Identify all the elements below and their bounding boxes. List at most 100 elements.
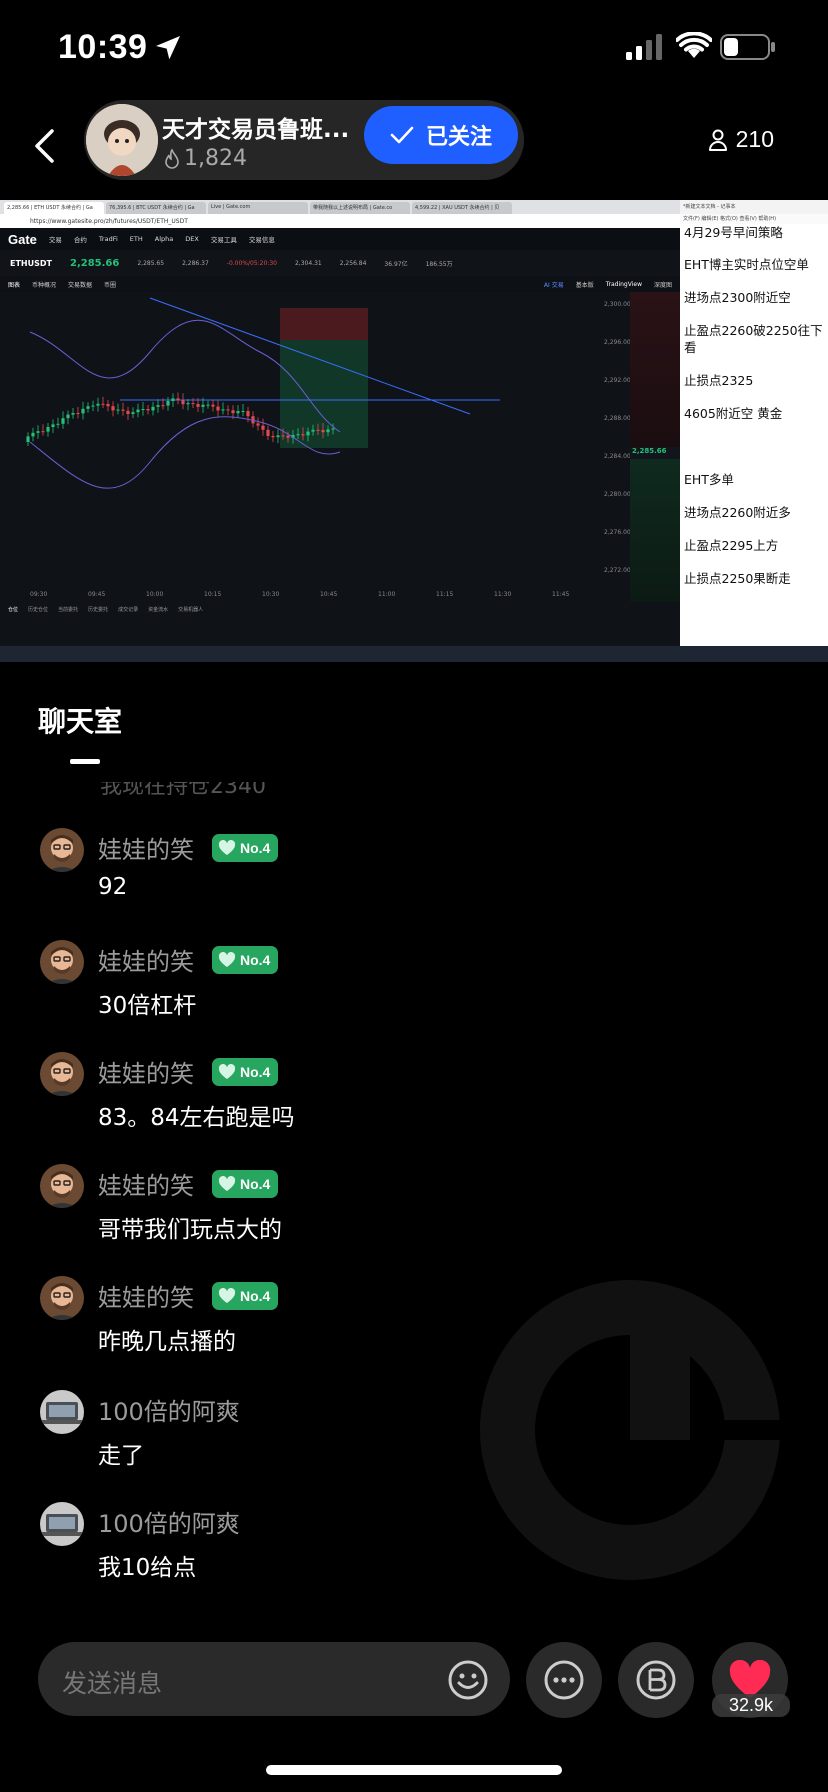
y-axis-tick-label: 2,276.00 [604, 529, 630, 536]
chat-user-avatar[interactable] [40, 940, 84, 984]
b-coin-button[interactable] [618, 1642, 694, 1718]
notepad-line: 止盈点2295上方 [684, 538, 779, 553]
chat-room-title: 聊天室 [38, 705, 123, 738]
gate-nav-item: ETH [129, 235, 143, 243]
last-price: 2,285.66 [69, 257, 120, 269]
notepad-line: 进场点2260附近多 [684, 505, 791, 520]
candle-body [266, 429, 270, 436]
ticker-stat: 2,286.37 [182, 259, 209, 267]
y-axis-tick-label: 2,296.00 [604, 339, 630, 346]
browser-tab: 4,599.22 | XAU USDT 永续合约 | 贝 [412, 202, 512, 214]
chat-user-avatar[interactable] [40, 1276, 84, 1320]
orderbook-asks [630, 292, 680, 447]
chat-username[interactable]: 娃娃的笑 [98, 830, 194, 865]
chat-message-text: 哥带我们玩点大的 [98, 1217, 282, 1243]
gate-nav-item: Alpha [154, 235, 174, 243]
chat-user-avatar[interactable] [40, 1390, 84, 1434]
candle-body [271, 436, 275, 438]
candlestick-chart-svg: 2,300.00 2,296.00 2,292.00 2,288.00 2,284.00… [26, 297, 631, 598]
chat-message-text: 昨晚几点播的 [98, 1329, 236, 1355]
battery-icon [720, 34, 775, 60]
browser-tab-bar: 2,285.66 | ETH USDT 永续合约 | Ga 76,395.6 |… [0, 200, 680, 214]
fan-level-label: No.4 [240, 840, 271, 856]
viewer-count[interactable]: 210 [708, 126, 774, 153]
message-input[interactable]: 发送消息 [38, 1642, 510, 1716]
candle-body [206, 404, 210, 406]
candle-body [136, 409, 140, 413]
candle-body [236, 411, 240, 414]
candle-body [211, 404, 215, 407]
chat-user-avatar[interactable] [40, 1164, 84, 1208]
chat-username[interactable]: 娃娃的笑 [98, 942, 194, 977]
candle-body [171, 398, 175, 401]
flame-icon [165, 148, 179, 169]
notepad-menu: 文件(F) 编辑(E) 格式(O) 查看(V) 帮助(H) [680, 214, 828, 224]
candle-body [51, 424, 55, 427]
follow-button[interactable]: 已关注 [364, 106, 518, 164]
host-avatar[interactable] [86, 104, 158, 176]
fan-level-badge: No.4 [212, 946, 279, 974]
ticker-row: ETHUSDT 2,285.66 2,285.65 2,286.37 -0.00… [0, 250, 680, 276]
candle-body [91, 405, 95, 407]
more-options-button[interactable] [526, 1642, 602, 1718]
host-name: 天才交易员鲁班... [162, 117, 350, 143]
fan-level-label: No.4 [240, 952, 271, 968]
back-button[interactable] [22, 114, 66, 178]
chat-message[interactable]: 娃娃的笑 No.4 83。84左右跑是吗 [40, 1052, 800, 1142]
chat-message[interactable]: 娃娃的笑 No.4 哥带我们玩点大的 [40, 1164, 800, 1254]
candle-body [261, 425, 265, 430]
browser-tab: 76,395.6 | BTC USDT 永续合约 | Ga [106, 202, 206, 214]
fan-level-label: No.4 [240, 1064, 271, 1080]
bottom-tab: 仓位 [8, 607, 19, 613]
chat-username[interactable]: 娃娃的笑 [98, 1278, 194, 1313]
fan-level-badge: No.4 [212, 834, 279, 862]
chat-username[interactable]: 娃娃的笑 [98, 1054, 194, 1089]
x-axis-tick-label: 11:15 [436, 591, 453, 598]
x-axis-tick-label: 10:00 [146, 591, 163, 598]
chart-tab: 图表 [8, 281, 21, 289]
check-icon [390, 126, 414, 144]
gate-nav-item: 交易工具 [210, 236, 237, 244]
heart-badge-icon [218, 1176, 236, 1191]
notepad-line: 止损点2250果断走 [684, 571, 791, 586]
gate-nav-item: 合约 [73, 236, 87, 244]
chat-user-avatar[interactable] [40, 1502, 84, 1546]
candle-body [281, 435, 285, 437]
chart-tab: 币圈 [104, 281, 117, 289]
chat-user-avatar[interactable] [40, 1052, 84, 1096]
candle-body [111, 406, 115, 411]
x-axis-tick-label: 11:00 [378, 591, 395, 598]
chat-message-text: 30倍杠杆 [98, 993, 197, 1019]
chat-user-avatar[interactable] [40, 828, 84, 872]
home-indicator[interactable] [266, 1765, 562, 1775]
notepad-title: *新建文本文档 - 记事本 [680, 200, 828, 214]
candle-body [241, 411, 245, 412]
symbol: ETHUSDT [10, 258, 52, 268]
candle-body [181, 400, 185, 405]
chat-message[interactable]: 娃娃的笑 No.4 92 [40, 828, 800, 918]
chart-tab: 币种概况 [32, 281, 57, 289]
b-coin-icon [636, 1660, 676, 1700]
stream-browser-window: 2,285.66 | ETH USDT 永续合约 | Ga 76,395.6 |… [0, 200, 680, 646]
live-stream-video[interactable]: 2,285.66 | ETH USDT 永续合约 | Ga 76,395.6 |… [0, 200, 828, 662]
candle-body [331, 428, 335, 430]
chat-message[interactable]: 娃娃的笑 No.4 30倍杠杆 [40, 940, 800, 1030]
candle-body [216, 406, 220, 411]
notepad-line: 进场点2300附近空 [684, 290, 791, 305]
chat-username[interactable]: 娃娃的笑 [98, 1166, 194, 1201]
candle-body [36, 431, 40, 433]
emoji-icon[interactable] [446, 1658, 490, 1702]
candle-body [46, 427, 50, 432]
orderbook-mid-price: 2,285.66 [632, 447, 667, 455]
status-time: 10:39 [58, 28, 148, 66]
notepad-line: 止盈点2260破2250往下看 [684, 323, 823, 355]
ticker-stat: -0.00%/05:20:30 [226, 259, 277, 267]
chart-view-tab: 深度图 [653, 281, 672, 289]
notepad-line: 4月29号早间策略 [684, 225, 783, 240]
candle-body [186, 403, 190, 405]
y-axis-tick-label: 2,280.00 [604, 491, 630, 498]
chat-username[interactable]: 100倍的阿爽 [98, 1504, 240, 1539]
chat-title-underline [70, 759, 100, 764]
chat-username[interactable]: 100倍的阿爽 [98, 1392, 240, 1427]
chat-message-text: 走了 [98, 1443, 144, 1469]
